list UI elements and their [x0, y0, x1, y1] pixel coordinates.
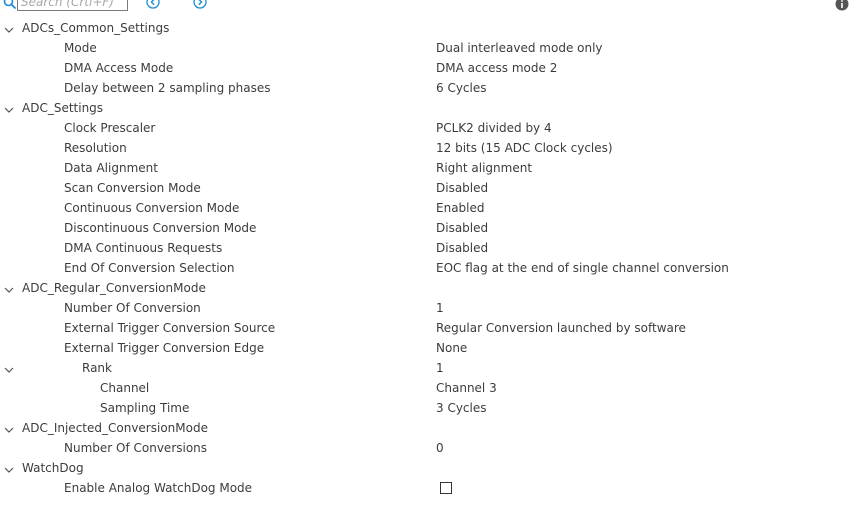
toolbar — [0, 0, 849, 14]
param-row-scan-conversion[interactable]: Scan Conversion Mode Disabled — [0, 178, 849, 198]
group-adcs-common-settings[interactable]: ADCs_Common_Settings — [0, 18, 849, 38]
param-label: Enable Analog WatchDog Mode — [64, 481, 253, 495]
param-value[interactable]: 1 — [436, 358, 444, 378]
param-label: Resolution — [64, 141, 127, 155]
param-row-enable-watchdog[interactable]: Enable Analog WatchDog Mode — [0, 478, 849, 498]
search-field[interactable] — [17, 0, 128, 11]
group-label: ADC_Regular_ConversionMode — [22, 281, 206, 295]
param-row-dma-continuous[interactable]: DMA Continuous Requests Disabled — [0, 238, 849, 258]
param-row-mode[interactable]: Mode Dual interleaved mode only — [0, 38, 849, 58]
group-adc-regular-conversion[interactable]: ADC_Regular_ConversionMode — [0, 278, 849, 298]
param-value[interactable]: None — [436, 338, 467, 358]
chevron-down-icon[interactable] — [3, 282, 15, 294]
param-label: Scan Conversion Mode — [64, 181, 201, 195]
param-value[interactable]: Dual interleaved mode only — [436, 38, 603, 58]
param-label: Clock Prescaler — [64, 121, 156, 135]
param-row-delay[interactable]: Delay between 2 sampling phases 6 Cycles — [0, 78, 849, 98]
chevron-down-icon[interactable] — [3, 362, 15, 374]
param-row-discontinuous-conversion[interactable]: Discontinuous Conversion Mode Disabled — [0, 218, 849, 238]
search-icon[interactable] — [3, 0, 17, 10]
param-label: Data Alignment — [64, 161, 158, 175]
parameter-tree: ADCs_Common_Settings Mode Dual interleav… — [0, 18, 849, 498]
arrow-left-circle-icon[interactable] — [146, 0, 160, 9]
param-row-ext-trigger-source[interactable]: External Trigger Conversion Source Regul… — [0, 318, 849, 338]
param-label: DMA Continuous Requests — [64, 241, 223, 255]
param-label: Delay between 2 sampling phases — [64, 81, 271, 95]
param-label: Channel — [100, 381, 150, 395]
chevron-down-icon[interactable] — [3, 22, 15, 34]
param-value[interactable]: 1 — [436, 298, 444, 318]
param-label: External Trigger Conversion Source — [64, 321, 276, 335]
param-row-rank[interactable]: Rank 1 — [0, 358, 849, 378]
group-label: ADC_Injected_ConversionMode — [22, 421, 208, 435]
param-label: End Of Conversion Selection — [64, 261, 235, 275]
param-label: Rank — [82, 361, 112, 375]
param-label: Number Of Conversions — [64, 441, 208, 455]
param-row-data-alignment[interactable]: Data Alignment Right alignment — [0, 158, 849, 178]
param-label: Mode — [64, 41, 97, 55]
param-label: Number Of Conversion — [64, 301, 201, 315]
param-row-ext-trigger-edge[interactable]: External Trigger Conversion Edge None — [0, 338, 849, 358]
param-row-clock-prescaler[interactable]: Clock Prescaler PCLK2 divided by 4 — [0, 118, 849, 138]
group-watchdog[interactable]: WatchDog — [0, 458, 849, 478]
chevron-down-icon[interactable] — [3, 422, 15, 434]
param-value[interactable]: Disabled — [436, 178, 488, 198]
param-row-eoc-selection[interactable]: End Of Conversion Selection EOC flag at … — [0, 258, 849, 278]
param-value[interactable]: Disabled — [436, 218, 488, 238]
param-row-continuous-conversion[interactable]: Continuous Conversion Mode Enabled — [0, 198, 849, 218]
chevron-down-icon[interactable] — [3, 102, 15, 114]
enable-watchdog-checkbox[interactable] — [440, 482, 452, 494]
param-label: DMA Access Mode — [64, 61, 174, 75]
param-value[interactable]: EOC flag at the end of single channel co… — [436, 258, 729, 278]
search-input[interactable] — [18, 0, 127, 10]
param-row-dma-access-mode[interactable]: DMA Access Mode DMA access mode 2 — [0, 58, 849, 78]
param-value[interactable]: 6 Cycles — [436, 78, 487, 98]
param-label: Sampling Time — [100, 401, 190, 415]
chevron-down-icon[interactable] — [3, 462, 15, 474]
param-value[interactable]: Enabled — [436, 198, 485, 218]
param-value[interactable]: PCLK2 divided by 4 — [436, 118, 552, 138]
group-adc-settings[interactable]: ADC_Settings — [0, 98, 849, 118]
param-value[interactable]: 3 Cycles — [436, 398, 487, 418]
group-label: WatchDog — [22, 461, 84, 475]
param-row-number-of-conversions[interactable]: Number Of Conversions 0 — [0, 438, 849, 458]
param-row-resolution[interactable]: Resolution 12 bits (15 ADC Clock cycles) — [0, 138, 849, 158]
param-value[interactable]: 0 — [436, 438, 444, 458]
group-label: ADCs_Common_Settings — [22, 21, 170, 35]
group-adc-injected-conversion[interactable]: ADC_Injected_ConversionMode — [0, 418, 849, 438]
param-value[interactable]: Regular Conversion launched by software — [436, 318, 686, 338]
param-value[interactable]: Channel 3 — [436, 378, 497, 398]
param-value[interactable]: Disabled — [436, 238, 488, 258]
param-row-number-of-conversion[interactable]: Number Of Conversion 1 — [0, 298, 849, 318]
param-value[interactable]: DMA access mode 2 — [436, 58, 557, 78]
info-icon[interactable] — [835, 0, 849, 11]
param-label: Continuous Conversion Mode — [64, 201, 240, 215]
param-value[interactable]: Right alignment — [436, 158, 532, 178]
param-row-channel[interactable]: Channel Channel 3 — [0, 378, 849, 398]
param-row-sampling-time[interactable]: Sampling Time 3 Cycles — [0, 398, 849, 418]
param-label: External Trigger Conversion Edge — [64, 341, 265, 355]
param-label: Discontinuous Conversion Mode — [64, 221, 257, 235]
group-label: ADC_Settings — [22, 101, 104, 115]
param-value[interactable]: 12 bits (15 ADC Clock cycles) — [436, 138, 613, 158]
arrow-right-circle-icon[interactable] — [193, 0, 207, 9]
